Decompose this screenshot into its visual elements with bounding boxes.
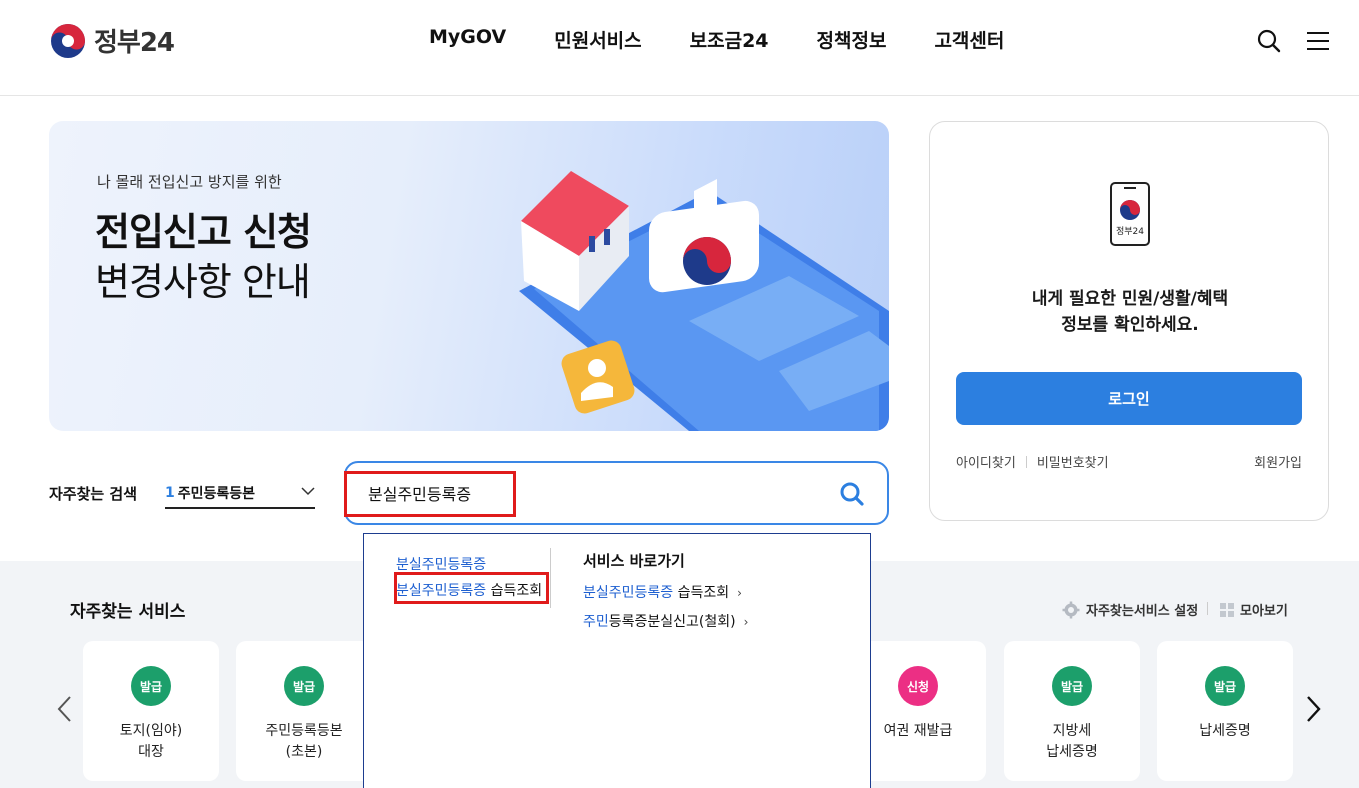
service-card-label: 지방세 납세증명 bbox=[1046, 723, 1098, 760]
frequent-services-title: 자주찾는 서비스 bbox=[70, 602, 186, 622]
frequent-search-rank: 1 bbox=[165, 484, 175, 501]
service-card[interactable]: 발급 토지(임야) 대장 bbox=[83, 641, 219, 781]
link-divider bbox=[1025, 455, 1027, 468]
login-card: 정부24 내게 필요한 민원/생활/혜택 정보를 확인하세요. 로그인 아이디찾… bbox=[929, 121, 1329, 521]
chevron-right-icon[interactable] bbox=[1303, 694, 1323, 724]
search-highlight-box bbox=[344, 471, 516, 517]
find-password-link[interactable]: 비밀번호찾기 bbox=[1037, 452, 1109, 471]
mobile-gov24-icon: 정부24 bbox=[1110, 182, 1150, 246]
issue-badge: 발급 bbox=[1205, 666, 1245, 706]
service-shortcuts: 서비스 바로가기 분실주민등록증 습득조회 › 주민등록증분실신고(철회) › bbox=[583, 550, 748, 637]
search-icon[interactable] bbox=[1256, 28, 1282, 54]
shortcut-link[interactable]: 주민등록증분실신고(철회) › bbox=[583, 608, 748, 637]
taegeuk-emblem-icon bbox=[51, 23, 85, 58]
join-link[interactable]: 회원가입 bbox=[1254, 452, 1302, 471]
collect-view-link[interactable]: 모아보기 bbox=[1220, 600, 1288, 619]
nav-mygov[interactable]: MyGOV bbox=[429, 26, 506, 53]
main-nav: MyGOV 민원서비스 보조금24 정책정보 고객센터 bbox=[405, 26, 1028, 53]
chevron-left-icon[interactable] bbox=[55, 694, 75, 724]
collect-view-label: 모아보기 bbox=[1240, 604, 1288, 619]
nav-civil-services[interactable]: 민원서비스 bbox=[554, 26, 641, 53]
banner-title-line1: 전입신고 신청 bbox=[95, 210, 312, 254]
service-card-label: 주민등록등본 (초본) bbox=[265, 723, 343, 760]
service-card[interactable]: 발급 납세증명 bbox=[1157, 641, 1293, 781]
logo-text: 정부24 bbox=[94, 28, 175, 58]
promo-banner[interactable]: 나 몰래 전입신고 방지를 위한 전입신고 신청 변경사항 안내 bbox=[49, 121, 889, 431]
grid-icon bbox=[1220, 602, 1234, 617]
account-links: 아이디찾기 비밀번호찾기 bbox=[956, 452, 1109, 471]
banner-illustration bbox=[519, 171, 889, 431]
service-settings-link[interactable]: 자주찾는서비스 설정 bbox=[1062, 600, 1198, 619]
frequent-search-label: 자주찾는 검색 bbox=[49, 485, 138, 503]
issue-badge: 발급 bbox=[131, 666, 171, 706]
chevron-down-icon bbox=[301, 487, 315, 496]
service-card[interactable]: 발급 지방세 납세증명 bbox=[1004, 641, 1140, 781]
issue-badge: 발급 bbox=[1052, 666, 1092, 706]
nav-policy-info[interactable]: 정책정보 bbox=[817, 26, 887, 53]
banner-subtitle: 나 몰래 전입신고 방지를 위한 bbox=[97, 173, 282, 191]
login-message-line1: 내게 필요한 민원/생활/혜택 bbox=[1031, 289, 1229, 309]
gear-icon bbox=[1062, 601, 1080, 618]
phone-caption: 정부24 bbox=[1116, 226, 1144, 237]
gov24-logo[interactable]: 정부24 bbox=[50, 22, 175, 59]
suggestion-highlight-box bbox=[394, 572, 549, 604]
shortcut-link[interactable]: 분실주민등록증 습득조회 › bbox=[583, 579, 748, 608]
apply-badge: 신청 bbox=[898, 666, 938, 706]
frequent-search-value: 주민등록등본 bbox=[177, 485, 256, 502]
find-id-link[interactable]: 아이디찾기 bbox=[956, 452, 1016, 471]
login-button[interactable]: 로그인 bbox=[956, 372, 1302, 425]
shortcut-heading: 서비스 바로가기 bbox=[583, 552, 685, 570]
chevron-right-small-icon: › bbox=[737, 586, 742, 600]
nav-subsidy24[interactable]: 보조금24 bbox=[690, 26, 769, 53]
nav-customer-center[interactable]: 고객센터 bbox=[934, 26, 1004, 53]
divider bbox=[1207, 602, 1208, 615]
banner-title-line2: 변경사항 안내 bbox=[95, 260, 311, 304]
service-card[interactable]: 발급 주민등록등본 (초본) bbox=[236, 641, 372, 781]
frequent-search-select[interactable]: 1 주민등록등본 bbox=[165, 478, 315, 509]
chevron-right-small-icon: › bbox=[743, 615, 749, 629]
login-message-line2: 정보를 확인하세요. bbox=[1061, 315, 1199, 335]
hamburger-menu-icon[interactable] bbox=[1305, 28, 1331, 54]
service-card-label: 토지(임야) 대장 bbox=[119, 723, 183, 760]
service-settings-label: 자주찾는서비스 설정 bbox=[1086, 604, 1199, 619]
site-header: 정부24 MyGOV 민원서비스 보조금24 정책정보 고객센터 bbox=[0, 0, 1359, 96]
issue-badge: 발급 bbox=[284, 666, 324, 706]
dropdown-divider bbox=[550, 548, 551, 608]
service-card-label: 납세증명 bbox=[1199, 723, 1251, 739]
search-submit-icon[interactable] bbox=[839, 481, 865, 507]
